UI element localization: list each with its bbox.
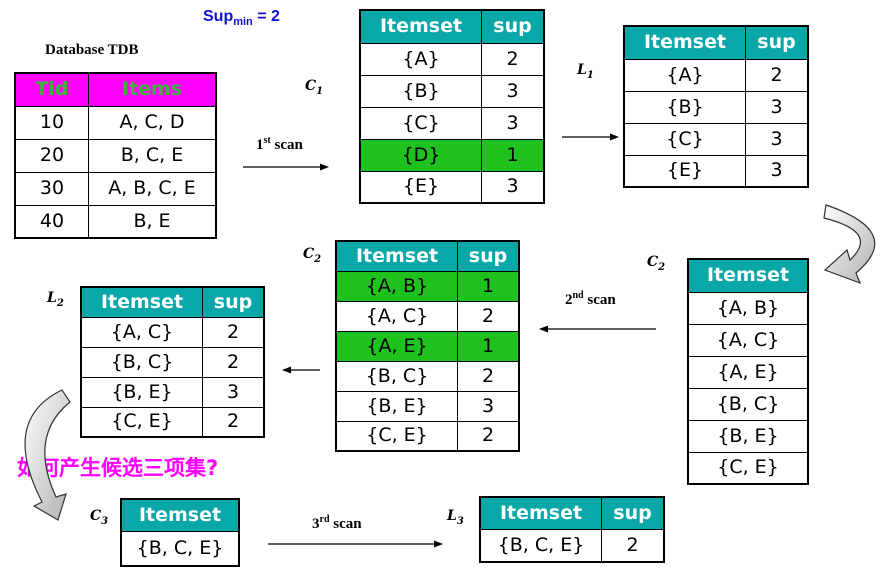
flow-arrows: [24, 133, 876, 548]
curved-arrow-left: [24, 389, 71, 521]
arrow-third-scan: [268, 540, 443, 548]
arrow-c2-to-l2: [282, 366, 320, 374]
arrow-second-scan: [539, 325, 656, 333]
curved-arrow-right: [823, 204, 876, 285]
arrow-first-scan: [243, 163, 329, 171]
arrow-c1-to-l1: [562, 133, 619, 141]
